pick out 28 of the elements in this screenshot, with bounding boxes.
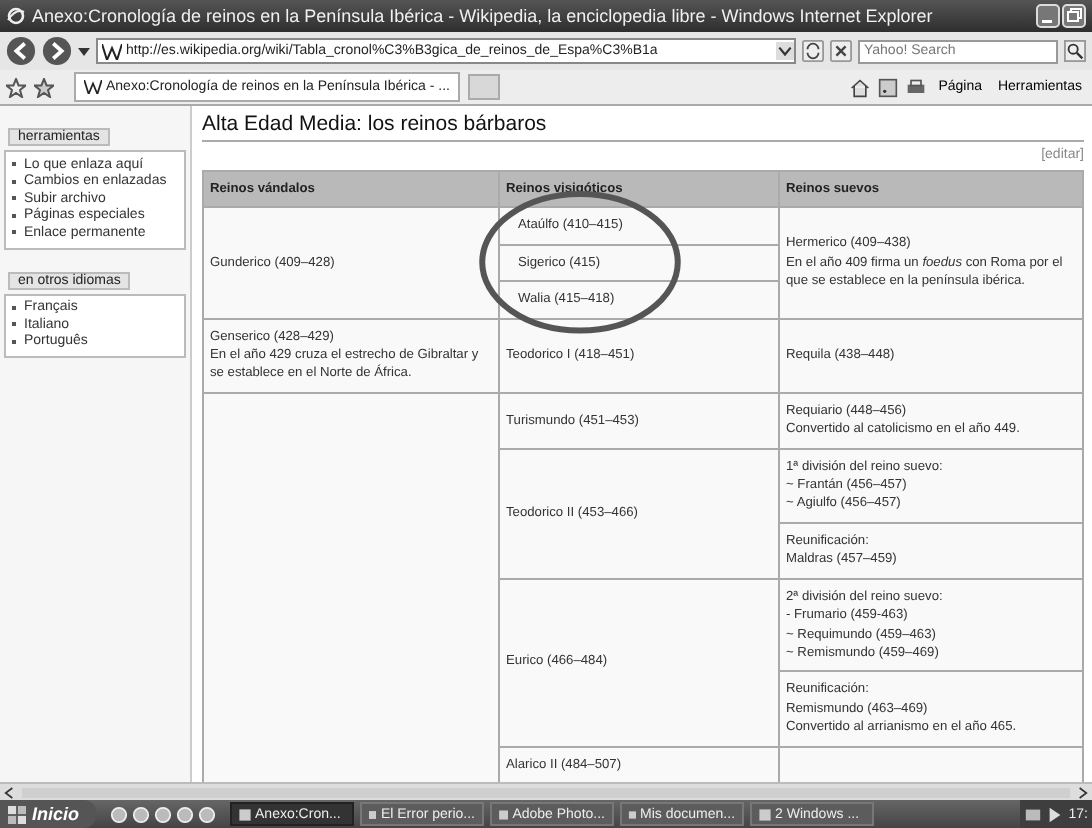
- start-button[interactable]: Inicio: [0, 800, 96, 828]
- browser-logo-icon: [6, 6, 26, 26]
- app-icon: [367, 807, 377, 821]
- section-heading: Alta Edad Media: los reinos bárbaros: [202, 112, 1084, 142]
- windows-logo-icon: [8, 805, 26, 823]
- app-icon: [237, 807, 252, 821]
- horizontal-scrollbar[interactable]: [0, 782, 1092, 800]
- minimize-button[interactable]: [1036, 4, 1060, 28]
- app-icon: [757, 807, 772, 821]
- dropdown-caret-icon[interactable]: [776, 42, 794, 60]
- app-icon: [627, 807, 637, 821]
- back-button[interactable]: [6, 36, 36, 66]
- star-add-icon[interactable]: [34, 77, 54, 97]
- scroll-right-icon[interactable]: [1078, 785, 1088, 799]
- window-title: Anexo:Cronología de reinos en la Península Ibérica - Wikipedia, la enciclopedia libre - Windows Internet Explorer: [32, 6, 935, 26]
- scroll-left-icon[interactable]: [4, 785, 14, 799]
- refresh-button[interactable]: [802, 40, 824, 62]
- restore-button[interactable]: [1062, 4, 1086, 28]
- star-icon[interactable]: [6, 77, 26, 97]
- forward-button[interactable]: [42, 36, 72, 66]
- printer-icon[interactable]: [906, 77, 927, 97]
- stop-button[interactable]: [830, 40, 852, 62]
- home-icon[interactable]: [850, 77, 871, 97]
- dropdown-caret-icon[interactable]: [78, 47, 90, 55]
- app-icon: [497, 807, 509, 821]
- site-logo-icon: [84, 80, 102, 94]
- search-icon[interactable]: [1064, 40, 1086, 62]
- site-logo-icon: [102, 43, 122, 59]
